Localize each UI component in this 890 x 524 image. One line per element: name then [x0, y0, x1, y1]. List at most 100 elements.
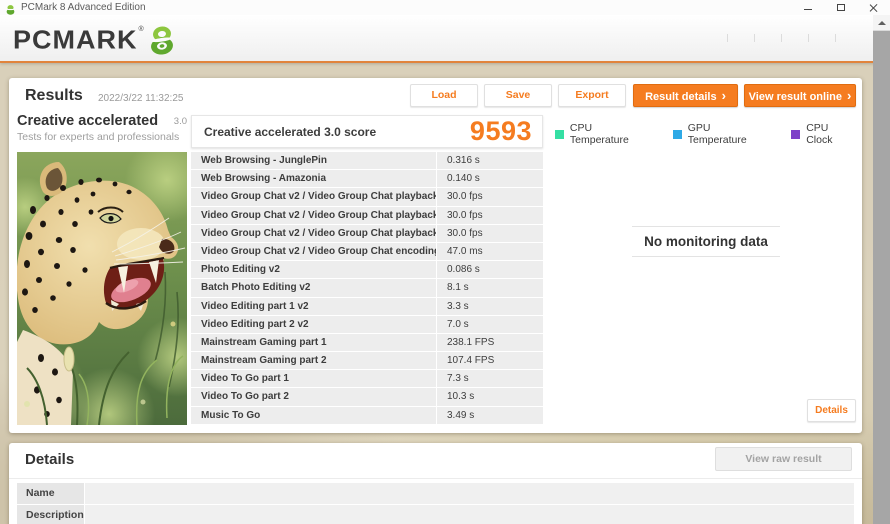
legend-item: CPU Clock [791, 122, 857, 146]
table-row: Video Group Chat v2 / Video Group Chat p… [191, 188, 543, 205]
result-details-label: Result details [645, 91, 717, 103]
benchmark-value: 3.3 s [437, 298, 543, 315]
chevron-right-icon: › [722, 88, 726, 103]
legend-swatch [791, 130, 800, 139]
details-title: Details [25, 451, 74, 468]
results-timestamp: 2022/3/22 11:32:25 [98, 93, 183, 104]
app-window: PCMark 8 Advanced Edition PCMARK ® Resul… [0, 0, 890, 524]
benchmark-name: Video Group Chat v2 / Video Group Chat p… [191, 207, 436, 224]
field-row: Description [17, 505, 854, 524]
table-row: Photo Editing v2 0.086 s [191, 261, 543, 278]
benchmark-value: 0.086 s [437, 261, 543, 278]
monitoring-legend: CPU Temperature GPU Temperature CPU Cloc… [555, 122, 857, 146]
view-raw-result-button[interactable]: View raw result [715, 447, 852, 471]
monitoring-details-button[interactable]: Details [807, 399, 856, 422]
benchmark-value: 7.3 s [437, 370, 543, 387]
nav-item[interactable] [701, 34, 727, 42]
legend-label: GPU Temperature [688, 122, 772, 146]
nav-item[interactable] [754, 34, 781, 42]
test-info: 3.0 Creative accelerated Tests for exper… [17, 112, 187, 143]
nav-item[interactable] [808, 34, 835, 42]
benchmark-name: Photo Editing v2 [191, 261, 436, 278]
table-row: Video Group Chat v2 / Video Group Chat p… [191, 225, 543, 242]
result-details-button[interactable]: Result details › [633, 84, 738, 107]
chevron-right-icon: › [847, 88, 851, 103]
window-title: PCMark 8 Advanced Edition [21, 0, 146, 15]
main-nav [701, 15, 862, 61]
benchmark-name: Video To Go part 1 [191, 370, 436, 387]
benchmark-results-table: Web Browsing - JunglePin 0.316 s Web Bro… [191, 152, 543, 425]
save-button[interactable]: Save [484, 84, 552, 107]
legend-label: CPU Temperature [570, 122, 653, 146]
view-result-online-button[interactable]: View result online › [744, 84, 856, 107]
table-row: Batch Photo Editing v2 8.1 s [191, 279, 543, 296]
benchmark-name: Batch Photo Editing v2 [191, 279, 436, 296]
table-row: Video Editing part 1 v2 3.3 s [191, 298, 543, 315]
legend-item: CPU Temperature [555, 122, 653, 146]
no-monitoring-data-message: No monitoring data [632, 226, 780, 257]
benchmark-value: 30.0 fps [437, 207, 543, 224]
field-label: Name [17, 483, 84, 504]
results-title: Results [25, 87, 83, 105]
nav-item[interactable] [781, 34, 808, 42]
details-fields: Name Description [17, 483, 854, 524]
benchmark-value: 0.140 s [437, 170, 543, 187]
benchmark-value: 238.1 FPS [437, 334, 543, 351]
app-icon [5, 2, 16, 13]
minimize-button[interactable] [802, 2, 814, 14]
export-button[interactable]: Export [558, 84, 626, 107]
benchmark-name: Video Group Chat v2 / Video Group Chat p… [191, 225, 436, 242]
benchmark-name: Video To Go part 2 [191, 388, 436, 405]
legend-swatch [555, 130, 564, 139]
benchmark-value: 0.316 s [437, 152, 543, 169]
benchmark-value: 107.4 FPS [437, 352, 543, 369]
benchmark-name: Video Editing part 2 v2 [191, 316, 436, 333]
details-panel: Details View raw result Name Description [9, 443, 862, 524]
table-row: Video Group Chat v2 / Video Group Chat p… [191, 207, 543, 224]
score-value: 9593 [470, 116, 532, 147]
table-row: Web Browsing - JunglePin 0.316 s [191, 152, 543, 169]
test-version: 3.0 [174, 116, 187, 127]
leopard-image [17, 152, 187, 425]
table-row: Video Group Chat v2 / Video Group Chat e… [191, 243, 543, 260]
registered-mark: ® [139, 26, 144, 33]
benchmark-name: Mainstream Gaming part 2 [191, 352, 436, 369]
benchmark-value: 7.0 s [437, 316, 543, 333]
nav-item[interactable] [835, 34, 862, 42]
maximize-button[interactable] [835, 2, 847, 14]
load-button[interactable]: Load [410, 84, 478, 107]
benchmark-name: Web Browsing - JunglePin [191, 152, 436, 169]
divider [9, 478, 862, 479]
benchmark-name: Video Editing part 1 v2 [191, 298, 436, 315]
vertical-scrollbar[interactable] [873, 15, 890, 524]
app-header: PCMARK ® [0, 15, 890, 63]
logo-text: PCMARK [13, 25, 138, 54]
table-row: Video To Go part 1 7.3 s [191, 370, 543, 387]
pcmark-logo: PCMARK ® [13, 24, 178, 56]
benchmark-value: 8.1 s [437, 279, 543, 296]
score-box: Creative accelerated 3.0 score 9593 [191, 115, 543, 148]
benchmark-value: 3.49 s [437, 407, 543, 424]
table-row: Video Editing part 2 v2 7.0 s [191, 316, 543, 333]
chevron-up-icon [878, 21, 886, 25]
test-name: Creative accelerated [17, 113, 158, 129]
score-label: Creative accelerated 3.0 score [204, 125, 470, 139]
monitoring-chart-area: No monitoring data [555, 226, 857, 257]
close-button[interactable] [868, 2, 880, 14]
pcmark-8-icon [146, 24, 178, 56]
benchmark-name: Video Group Chat v2 / Video Group Chat p… [191, 188, 436, 205]
results-panel: Results 2022/3/22 11:32:25 Load Save Exp… [9, 78, 862, 433]
field-value [85, 505, 854, 524]
benchmark-value: 10.3 s [437, 388, 543, 405]
view-result-online-label: View result online [749, 91, 842, 103]
legend-label: CPU Clock [806, 122, 857, 146]
benchmark-name: Music To Go [191, 407, 436, 424]
benchmark-name: Video Group Chat v2 / Video Group Chat e… [191, 243, 436, 260]
scroll-up-button[interactable] [873, 15, 890, 31]
benchmark-value: 47.0 ms [437, 243, 543, 260]
titlebar: PCMark 8 Advanced Edition [0, 0, 890, 15]
legend-swatch [673, 130, 682, 139]
nav-item[interactable] [727, 34, 754, 42]
field-row: Name [17, 483, 854, 504]
table-row: Music To Go 3.49 s [191, 407, 543, 424]
